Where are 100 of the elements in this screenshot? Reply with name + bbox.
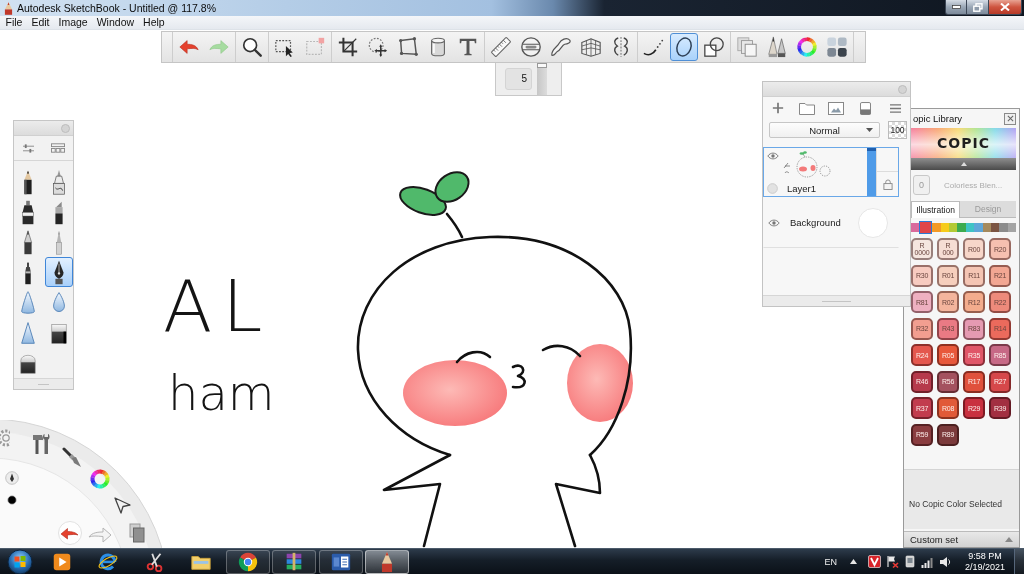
eye-icon[interactable] — [766, 152, 779, 160]
taskbar-app-button[interactable] — [272, 549, 316, 574]
dashed-circle-cross-icon — [367, 36, 389, 58]
clock-time[interactable]: 9:58 PM — [968, 550, 1002, 562]
clock-date[interactable]: 2/19/2021 — [964, 561, 1005, 573]
status-text: No Copic Color Selected — [909, 499, 1003, 509]
crop-icon — [337, 36, 359, 58]
panel-title: opic Library — [912, 113, 963, 124]
color-ring-icon[interactable] — [90, 469, 110, 489]
device-icon[interactable] — [903, 555, 916, 568]
color-swatch-icon[interactable] — [982, 223, 991, 232]
slider-thumb[interactable] — [537, 63, 547, 68]
panel-grip[interactable] — [763, 295, 910, 306]
taskbar-app-button[interactable] — [225, 549, 270, 574]
custom-set-dropdown[interactable]: Custom set — [904, 531, 1019, 547]
menu-item[interactable]: File — [1, 16, 27, 29]
up-triangle-icon — [1005, 537, 1013, 542]
half-filled-square-icon — [860, 101, 872, 115]
layer-name: Layer1 — [786, 182, 818, 194]
circular-logo-icon — [236, 550, 259, 573]
dot-icon[interactable] — [7, 495, 17, 505]
tools-icon[interactable] — [32, 431, 52, 455]
letter-t-icon — [457, 36, 479, 58]
color-swatch-icon[interactable] — [1007, 223, 1016, 232]
eye-icon[interactable] — [768, 218, 780, 227]
close-icon — [1000, 3, 1010, 11]
layer-row[interactable]: Layer1 — [763, 147, 899, 197]
import-image-button[interactable] — [826, 99, 847, 117]
color-swatch-icon[interactable] — [974, 223, 983, 232]
pencil-icon — [4, 1, 13, 15]
flag-icon[interactable] — [885, 555, 899, 568]
color-swatch-icon[interactable] — [919, 221, 933, 234]
layer-name: Background — [789, 217, 841, 228]
sliders-icon — [22, 142, 36, 154]
cursor-arrow-icon[interactable] — [113, 496, 131, 514]
show-desktop-button[interactable] — [1014, 549, 1024, 574]
up-triangle-icon — [960, 162, 967, 166]
gear-icon[interactable] — [0, 428, 10, 448]
color-swatch-icon[interactable] — [990, 223, 1000, 232]
picture-icon — [828, 101, 845, 115]
taskbar-app-button[interactable] — [318, 549, 363, 574]
collapse-bar[interactable] — [911, 158, 1016, 170]
menu-item[interactable]: Image — [54, 16, 93, 29]
color-ring-icon — [796, 36, 818, 58]
paintbrush-icon[interactable] — [62, 447, 82, 469]
copic-logo: COPIC — [937, 135, 990, 151]
opacity-slider[interactable] — [867, 148, 876, 196]
cone-icon — [19, 288, 37, 316]
size-slider[interactable] — [537, 63, 547, 95]
stacked-pages-icon — [736, 36, 758, 58]
window-title: Autodesk SketchBook - Untitled @ 117.8% — [17, 2, 216, 14]
handwritten-text: AL — [163, 270, 273, 342]
blend-mode-dropdown[interactable]: Normal — [769, 122, 880, 138]
color-swatch-icon[interactable] — [911, 223, 920, 232]
menu-item[interactable]: Edit — [26, 16, 54, 29]
opacity-field[interactable]: 100 — [888, 121, 907, 139]
menu-icon — [888, 102, 902, 114]
pen-nib-icon[interactable] — [5, 471, 19, 485]
four-squares-icon — [826, 36, 848, 58]
magnifier-icon — [241, 36, 263, 58]
close-icon — [1006, 115, 1014, 122]
brush-button[interactable] — [45, 257, 73, 287]
minimize-icon — [951, 5, 961, 9]
grid-building-icon — [580, 36, 602, 58]
layer-row[interactable]: Background — [763, 197, 899, 248]
circle-guide-icon — [520, 36, 542, 58]
quadrilateral-icon — [397, 36, 419, 58]
color-swatch-icon[interactable] — [949, 223, 958, 232]
menu-item[interactable]: Window — [92, 16, 139, 29]
lock-icon[interactable] — [882, 178, 893, 190]
color-swatch-icon[interactable] — [999, 223, 1008, 232]
grid-icon — [51, 143, 66, 153]
plus-icon — [771, 102, 784, 114]
panel-grip[interactable] — [14, 378, 73, 389]
curve-template-icon — [550, 36, 572, 58]
stacked-pages-icon[interactable] — [129, 523, 145, 543]
color-swatch-icon[interactable] — [957, 223, 966, 232]
color-circle-icon[interactable] — [858, 207, 888, 238]
signal-bars-icon[interactable] — [920, 555, 934, 568]
up-triangle-icon[interactable] — [849, 559, 857, 564]
menu-item[interactable]: Help — [138, 16, 170, 29]
language-indicator[interactable]: EN — [824, 556, 837, 567]
chevron-tile-icon[interactable] — [867, 555, 881, 568]
close-button[interactable] — [989, 0, 1022, 15]
color-swatch-icon[interactable] — [940, 223, 950, 232]
handwritten-text: ham — [168, 369, 275, 417]
restore-button[interactable] — [967, 0, 989, 15]
ellipse-icon — [673, 36, 695, 58]
pencils-icon — [766, 36, 788, 58]
minimize-button[interactable] — [945, 0, 967, 15]
close-button[interactable] — [1004, 112, 1016, 125]
speaker-icon[interactable] — [938, 555, 952, 568]
marker-icon — [19, 198, 37, 226]
ellipse-button[interactable] — [670, 33, 698, 61]
taskbar-app-button[interactable] — [365, 549, 409, 574]
tab[interactable]: Illustration — [911, 201, 960, 218]
caret-icon — [866, 128, 873, 132]
color-swatch-icon[interactable] — [932, 223, 941, 232]
color-swatch-icon[interactable] — [965, 223, 975, 232]
brush-size-field[interactable]: 5 — [505, 68, 532, 90]
